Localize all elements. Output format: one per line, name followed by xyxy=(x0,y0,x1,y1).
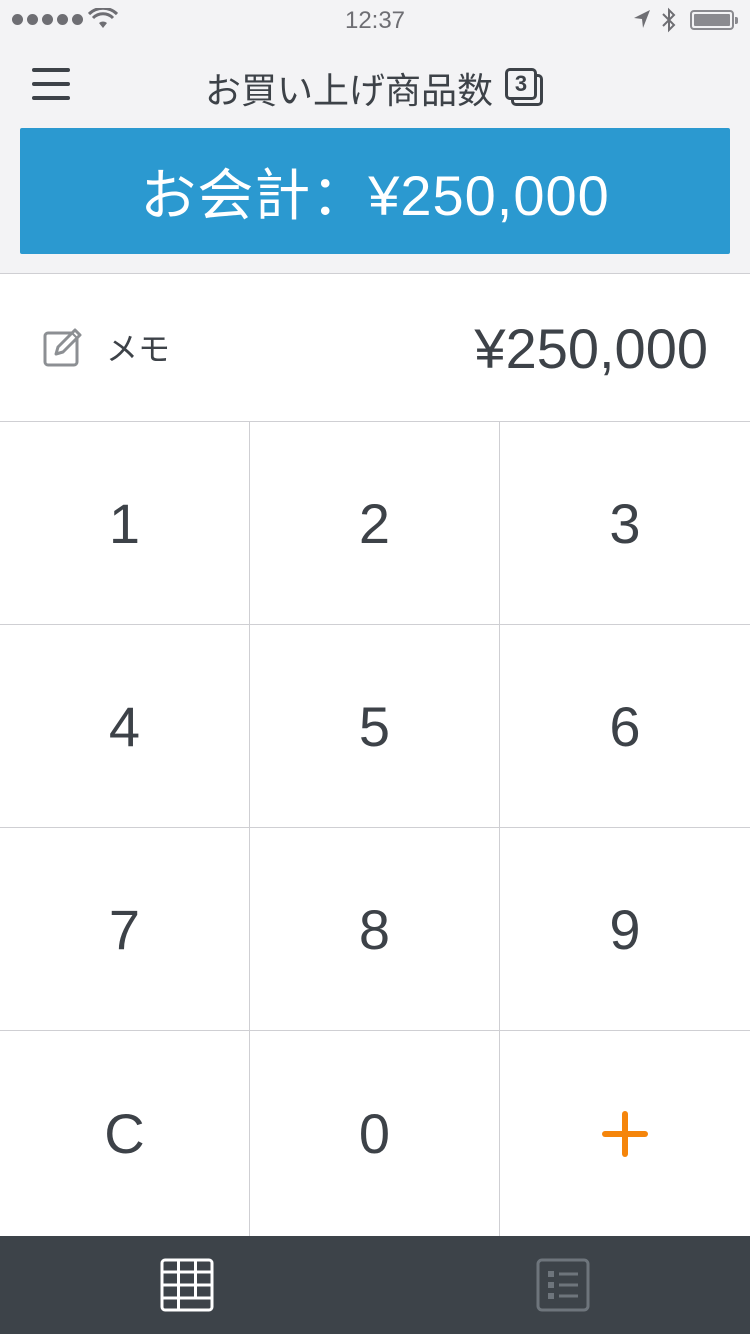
title-text: お買い上げ商品数 xyxy=(204,70,493,111)
key-6[interactable]: 6 xyxy=(500,625,750,828)
item-list-icon xyxy=(536,1258,590,1312)
pencil-square-icon xyxy=(43,328,82,367)
key-9[interactable]: 9 xyxy=(500,828,750,1031)
numeric-keypad: 1 2 3 4 5 6 7 8 9 C 0 xyxy=(0,422,750,1236)
key-0[interactable]: 0 xyxy=(250,1031,500,1236)
bluetooth-icon xyxy=(662,7,676,33)
memo-button[interactable]: メモ xyxy=(42,324,170,370)
battery-icon xyxy=(690,10,738,30)
key-1[interactable]: 1 xyxy=(0,422,250,625)
key-8[interactable]: 8 xyxy=(250,828,500,1031)
page-title: お買い上げ商品数 3 xyxy=(0,62,750,114)
tab-keypad[interactable] xyxy=(160,1258,214,1312)
tab-bar xyxy=(0,1236,750,1334)
item-count: 3 xyxy=(505,68,537,100)
keypad-grid-icon xyxy=(160,1258,214,1312)
plus-icon xyxy=(602,1110,648,1157)
add-button[interactable] xyxy=(500,1031,750,1236)
key-7[interactable]: 7 xyxy=(0,828,250,1031)
clear-key[interactable]: C xyxy=(0,1031,250,1236)
key-2[interactable]: 2 xyxy=(250,422,500,625)
key-4[interactable]: 4 xyxy=(0,625,250,828)
amount-entry-row: メモ ¥250,000 xyxy=(0,274,750,422)
status-bar: 12:37 xyxy=(0,0,750,40)
amount-display: ¥250,000 xyxy=(474,317,708,380)
header: お買い上げ商品数 3 お会計：¥250,000 xyxy=(0,40,750,274)
key-3[interactable]: 3 xyxy=(500,422,750,625)
checkout-button[interactable]: お会計：¥250,000 xyxy=(20,128,730,254)
key-5[interactable]: 5 xyxy=(250,625,500,828)
item-count-badge: 3 xyxy=(505,68,545,108)
location-arrow-icon xyxy=(634,10,650,28)
tab-item-list[interactable] xyxy=(536,1258,590,1312)
memo-label: メモ xyxy=(106,331,171,367)
